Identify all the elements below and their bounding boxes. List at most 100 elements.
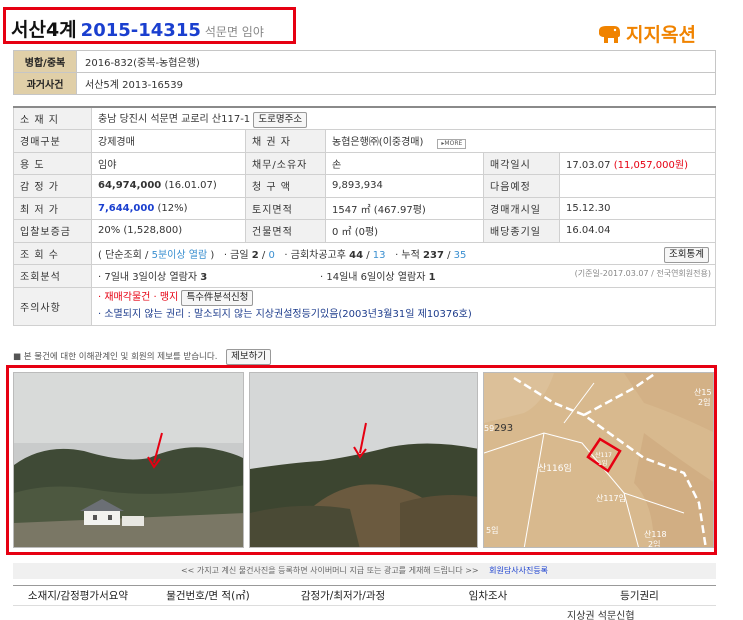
analysis-14day-wrap: · 14일내 6일이상 열람자 1: [320, 268, 436, 283]
caution-rights: · 소멸되지 않는 권리 : 말소되지 않는 지상권설정등기있음(2003년3월…: [98, 309, 472, 320]
analysis-7day-count: 3: [200, 272, 208, 284]
sale-price-value: (11,057,000원): [613, 159, 688, 171]
detail-list-header: 소재지/감정평가서요약 물건번호/면 적(㎡) 감정가/최저가/과정 임차조사 …: [13, 585, 716, 606]
more-button[interactable]: ▸MORE: [437, 138, 467, 149]
start-date-value: 15.12.30: [559, 196, 716, 220]
lot-118b: 2임: [648, 540, 660, 548]
property-photo-1[interactable]: [13, 372, 244, 548]
lot-15: 산15: [694, 387, 712, 397]
past-case-row: 과거사건 서산5계 2013-16539: [13, 72, 716, 95]
property-photo-2[interactable]: [249, 372, 478, 548]
analysis-14day: · 14일내 6일이상 열람자: [320, 272, 426, 284]
case-location: 석문면 임야: [204, 25, 264, 39]
lot-59: 59: [484, 424, 494, 433]
appraisal-label: 감 정 가: [13, 174, 92, 198]
lot-117-1b: 1임: [598, 459, 607, 467]
past-case-value[interactable]: 서산5계 2013-16539: [76, 72, 716, 95]
debtor-value: 손: [325, 151, 484, 175]
merge-value[interactable]: 2016-832(중복-농협은행): [76, 50, 716, 73]
lot-116: 산116임: [538, 462, 572, 474]
building-area-label: 건물면적: [245, 219, 326, 243]
appraisal-value: 64,974,000: [98, 180, 162, 192]
auction-type-value: 강제경매: [91, 129, 246, 153]
views-notice-b: 13: [372, 249, 386, 261]
next-schedule-label: 다음예정: [483, 174, 560, 198]
member-photo-link[interactable]: 회원담사사진등록: [489, 566, 548, 575]
address-value: 충남 당진시 석문면 교로리 산117-1: [98, 113, 251, 125]
report-line: ■ 본 물건에 대한 이해관계인 및 회원의 제보를 받습니다. 제보하기: [13, 349, 272, 365]
views-label: 조 회 수: [13, 241, 92, 265]
creditor-label: 채 권 자: [245, 129, 326, 153]
appraisal-cell: 64,974,000 (16.01.07): [91, 174, 246, 198]
col-address-summary: 소재지/감정평가서요약: [13, 585, 143, 606]
caution-label: 주의사항: [13, 286, 92, 326]
elephant-icon: [596, 24, 622, 44]
case-summary-table: 병합/중복 2016-832(중복-농협은행) 과거사건 서산5계 2013-1…: [13, 50, 716, 95]
creditor-cell: 농협은행㈜(이중경매) ▸MORE: [325, 129, 716, 153]
site-logo[interactable]: 지지옥션: [596, 20, 696, 47]
views-cell: ( 단순조회 / 5분이상 열람 ) · 금일 2 / 0 · 금회차공고후 4…: [91, 241, 716, 265]
col-item-area: 물건번호/면 적(㎡): [143, 585, 273, 606]
report-text: ■ 본 물건에 대한 이해관계인 및 회원의 제보를 받습니다.: [13, 352, 218, 362]
lot-15b: 2임: [698, 398, 710, 407]
land-area-value: 1547 ㎡ (467.97평): [325, 196, 484, 220]
claim-value: 9,893,934: [325, 174, 484, 198]
land-area-label: 토지면적: [245, 196, 326, 220]
analysis-14day-count: 1: [428, 272, 436, 284]
logo-text: 지지옥션: [626, 24, 696, 46]
analysis-7day: · 7일내 3일이상 열람자: [98, 272, 198, 284]
col-tenant-survey: 임차조사: [413, 585, 563, 606]
views-5min-link[interactable]: 5분이상 열람: [152, 250, 208, 261]
sale-date-label: 매각일시: [483, 151, 560, 175]
sale-date-value: 17.03.07: [566, 159, 611, 171]
debtor-label: 채무/소유자: [245, 151, 326, 175]
address-label: 소 재 지: [13, 106, 92, 130]
special-analysis-button[interactable]: 특수件분석신청: [181, 290, 254, 306]
merge-label: 병합/중복: [13, 50, 77, 73]
report-button[interactable]: 제보하기: [226, 349, 272, 365]
dividend-label: 배당종기일: [483, 219, 560, 243]
analysis-note: (기준일-2017.03.07 / 전국연회원전용): [574, 269, 711, 279]
lot-117: 산117임: [596, 493, 626, 503]
case-title: 서산4계 2015-14315 석문면 임야: [11, 15, 264, 42]
col-registry-rights: 등기권리: [563, 585, 716, 606]
photo-notice-bar: << 가지고 계신 물건사진을 등록하면 사이버머니 지급 또는 광고를 게재해…: [13, 563, 716, 579]
cadastral-map[interactable]: 293 59 산116임 산117 1임 산117임 산15 2임 산118 2…: [483, 372, 714, 548]
analysis-label: 조회분석: [13, 264, 92, 288]
court-prefix: 서산4계: [11, 19, 77, 41]
deposit-value: 20% (1,528,800): [91, 219, 246, 243]
address-cell: 충남 당진시 석문면 교로리 산117-1 도로명주소: [91, 106, 716, 130]
creditor-value: 농협은행㈜(이중경매): [332, 136, 424, 148]
claim-label: 청 구 액: [245, 174, 326, 198]
views-simple: ( 단순조회 /: [98, 249, 149, 261]
views-today-label: · 금일: [223, 249, 249, 261]
property-details-table: 소 재 지 충남 당진시 석문면 교로리 산117-1 도로명주소 경매구분 강…: [13, 106, 716, 326]
views-total-a: 237: [423, 249, 444, 261]
col-price-process: 감정가/최저가/과정: [273, 585, 413, 606]
lot-293: 293: [494, 423, 513, 434]
caution-tags: · 재매각물건 · 맹지: [98, 292, 179, 303]
lot-5: 5임: [486, 526, 498, 535]
auction-type-label: 경매구분: [13, 129, 92, 153]
views-notice-a: 44: [349, 249, 364, 261]
analysis-cell: · 7일내 3일이상 열람자 3 · 14일내 6일이상 열람자 1 (기준일-…: [91, 264, 716, 288]
stats-button[interactable]: 조회통계: [664, 246, 709, 263]
min-price-value: 7,644,000: [98, 202, 155, 214]
min-price-pct: (12%): [157, 202, 188, 214]
views-today-b: 0: [268, 249, 275, 261]
min-price-label: 최 저 가: [13, 196, 92, 220]
min-price-cell: 7,644,000 (12%): [91, 196, 246, 220]
sale-date-cell: 17.03.07 (11,057,000원): [559, 151, 716, 175]
views-close: ): [210, 249, 215, 261]
merge-row: 병합/중복 2016-832(중복-농협은행): [13, 50, 716, 73]
deposit-label: 입찰보증금: [13, 219, 92, 243]
views-total-b: 35: [453, 249, 467, 261]
views-total-label: · 누적: [395, 249, 420, 261]
dividend-value: 16.04.04: [559, 219, 716, 243]
road-address-button[interactable]: 도로명주소: [253, 111, 308, 128]
appraisal-date: (16.01.07): [164, 180, 217, 192]
views-today-a: 2: [251, 249, 259, 261]
photo-notice-text: << 가지고 계신 물건사진을 등록하면 사이버머니 지급 또는 광고를 게재해…: [180, 566, 479, 575]
use-label: 용 도: [13, 151, 92, 175]
lot-117-1: 산117: [595, 451, 612, 459]
